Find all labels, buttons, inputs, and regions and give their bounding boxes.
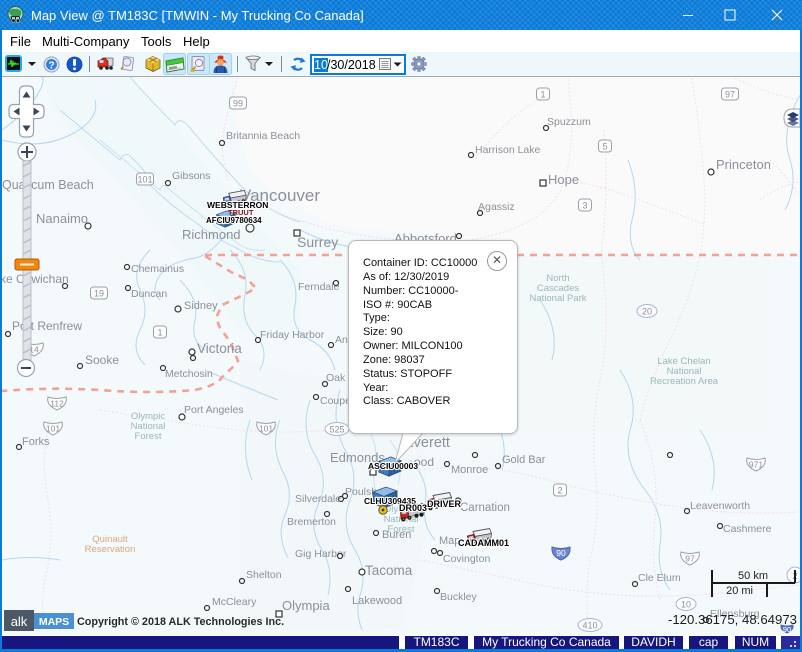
svg-text:Victoria: Victoria <box>197 341 242 356</box>
svg-text:1: 1 <box>157 328 162 338</box>
svg-text:50 km: 50 km <box>738 570 768 582</box>
svg-text:Bremerton: Bremerton <box>287 516 336 528</box>
svg-text:DRIVER: DRIVER <box>427 499 462 509</box>
svg-text:10: 10 <box>681 600 691 610</box>
svg-text:Forks: Forks <box>22 436 50 448</box>
svg-text:Shelton: Shelton <box>246 569 282 581</box>
svg-text:MAPS: MAPS <box>39 616 69 628</box>
svg-text:20: 20 <box>642 307 652 317</box>
svg-text:Britannia Beach: Britannia Beach <box>226 130 300 142</box>
svg-text:CADAMM01: CADAMM01 <box>458 538 509 548</box>
svg-text:DR003: DR003 <box>399 503 427 513</box>
svg-text:Sidney: Sidney <box>184 300 218 312</box>
svg-text:-120.36175, 48.64973: -120.36175, 48.64973 <box>668 612 797 627</box>
svg-text:McCleary: McCleary <box>212 596 257 608</box>
svg-text:Agassiz: Agassiz <box>478 201 515 213</box>
svg-text:101: 101 <box>137 175 152 185</box>
svg-text:97: 97 <box>725 90 735 100</box>
svg-text:Nanaimo: Nanaimo <box>36 211 88 226</box>
svg-text:Metchosin: Metchosin <box>165 368 213 380</box>
svg-text:99: 99 <box>233 99 243 109</box>
svg-text:97: 97 <box>685 554 695 564</box>
svg-text:Duncan: Duncan <box>131 288 167 300</box>
svg-text:Friday Harbor: Friday Harbor <box>260 329 325 341</box>
svg-text:Covington: Covington <box>443 553 490 565</box>
svg-text:2: 2 <box>557 486 562 496</box>
svg-text:Richmond: Richmond <box>182 227 241 242</box>
svg-text:Cashmere: Cashmere <box>723 523 772 535</box>
svg-text:410: 410 <box>582 621 597 631</box>
svg-text:971: 971 <box>749 460 763 470</box>
svg-text:OlympicNationalForest: OlympicNationalForest <box>131 411 166 442</box>
svg-text:ke Cowichan: ke Cowichan <box>2 272 69 286</box>
svg-text:Silverdale: Silverdale <box>295 493 341 505</box>
svg-text:90: 90 <box>556 548 566 558</box>
svg-text:20 mi: 20 mi <box>726 585 753 597</box>
svg-text:Sooke: Sooke <box>85 353 119 367</box>
svg-text:An: An <box>335 334 348 346</box>
svg-text:Leavenworth: Leavenworth <box>690 500 750 512</box>
svg-text:Buren: Buren <box>382 529 411 541</box>
svg-text:Hope: Hope <box>548 172 579 187</box>
svg-text:Spuzzum: Spuzzum <box>547 116 591 128</box>
svg-text:Buckley: Buckley <box>440 591 478 603</box>
svg-text:112: 112 <box>50 399 64 409</box>
svg-text:Princeton: Princeton <box>716 157 771 172</box>
svg-text:101: 101 <box>259 424 273 434</box>
svg-text:Tacoma: Tacoma <box>365 563 413 578</box>
svg-text:5: 5 <box>602 142 607 152</box>
svg-text:AFCIU9780634: AFCIU9780634 <box>206 216 262 225</box>
svg-text:Gibsons: Gibsons <box>172 170 211 182</box>
svg-text:Oak: Oak <box>326 372 346 384</box>
svg-text:Cle Elum: Cle Elum <box>638 572 681 584</box>
svg-text:101: 101 <box>46 424 60 434</box>
svg-text:Carnation: Carnation <box>460 502 510 514</box>
svg-text:Qualicum Beach: Qualicum Beach <box>2 178 94 192</box>
svg-text:Surrey: Surrey <box>297 234 338 250</box>
svg-text:alk: alk <box>11 614 28 629</box>
svg-text:525: 525 <box>329 425 344 435</box>
svg-text:Coupe: Coupe <box>320 395 351 407</box>
svg-text:Port Angeles: Port Angeles <box>184 404 244 416</box>
svg-text:Copyright © 2018 ALK Technolog: Copyright © 2018 ALK Technologies Inc. <box>77 616 284 628</box>
svg-text:Gold Bar: Gold Bar <box>502 454 546 466</box>
svg-text:19: 19 <box>94 289 104 299</box>
svg-text:3: 3 <box>582 201 587 211</box>
svg-text:Lakewood: Lakewood <box>352 595 402 607</box>
svg-text:Chemainus: Chemainus <box>131 263 184 275</box>
svg-text:Olympia: Olympia <box>282 598 330 613</box>
svg-text:1: 1 <box>540 90 545 100</box>
svg-text:Monroe: Monroe <box>451 464 488 476</box>
svg-text:Harrison Lake: Harrison Lake <box>475 144 541 156</box>
